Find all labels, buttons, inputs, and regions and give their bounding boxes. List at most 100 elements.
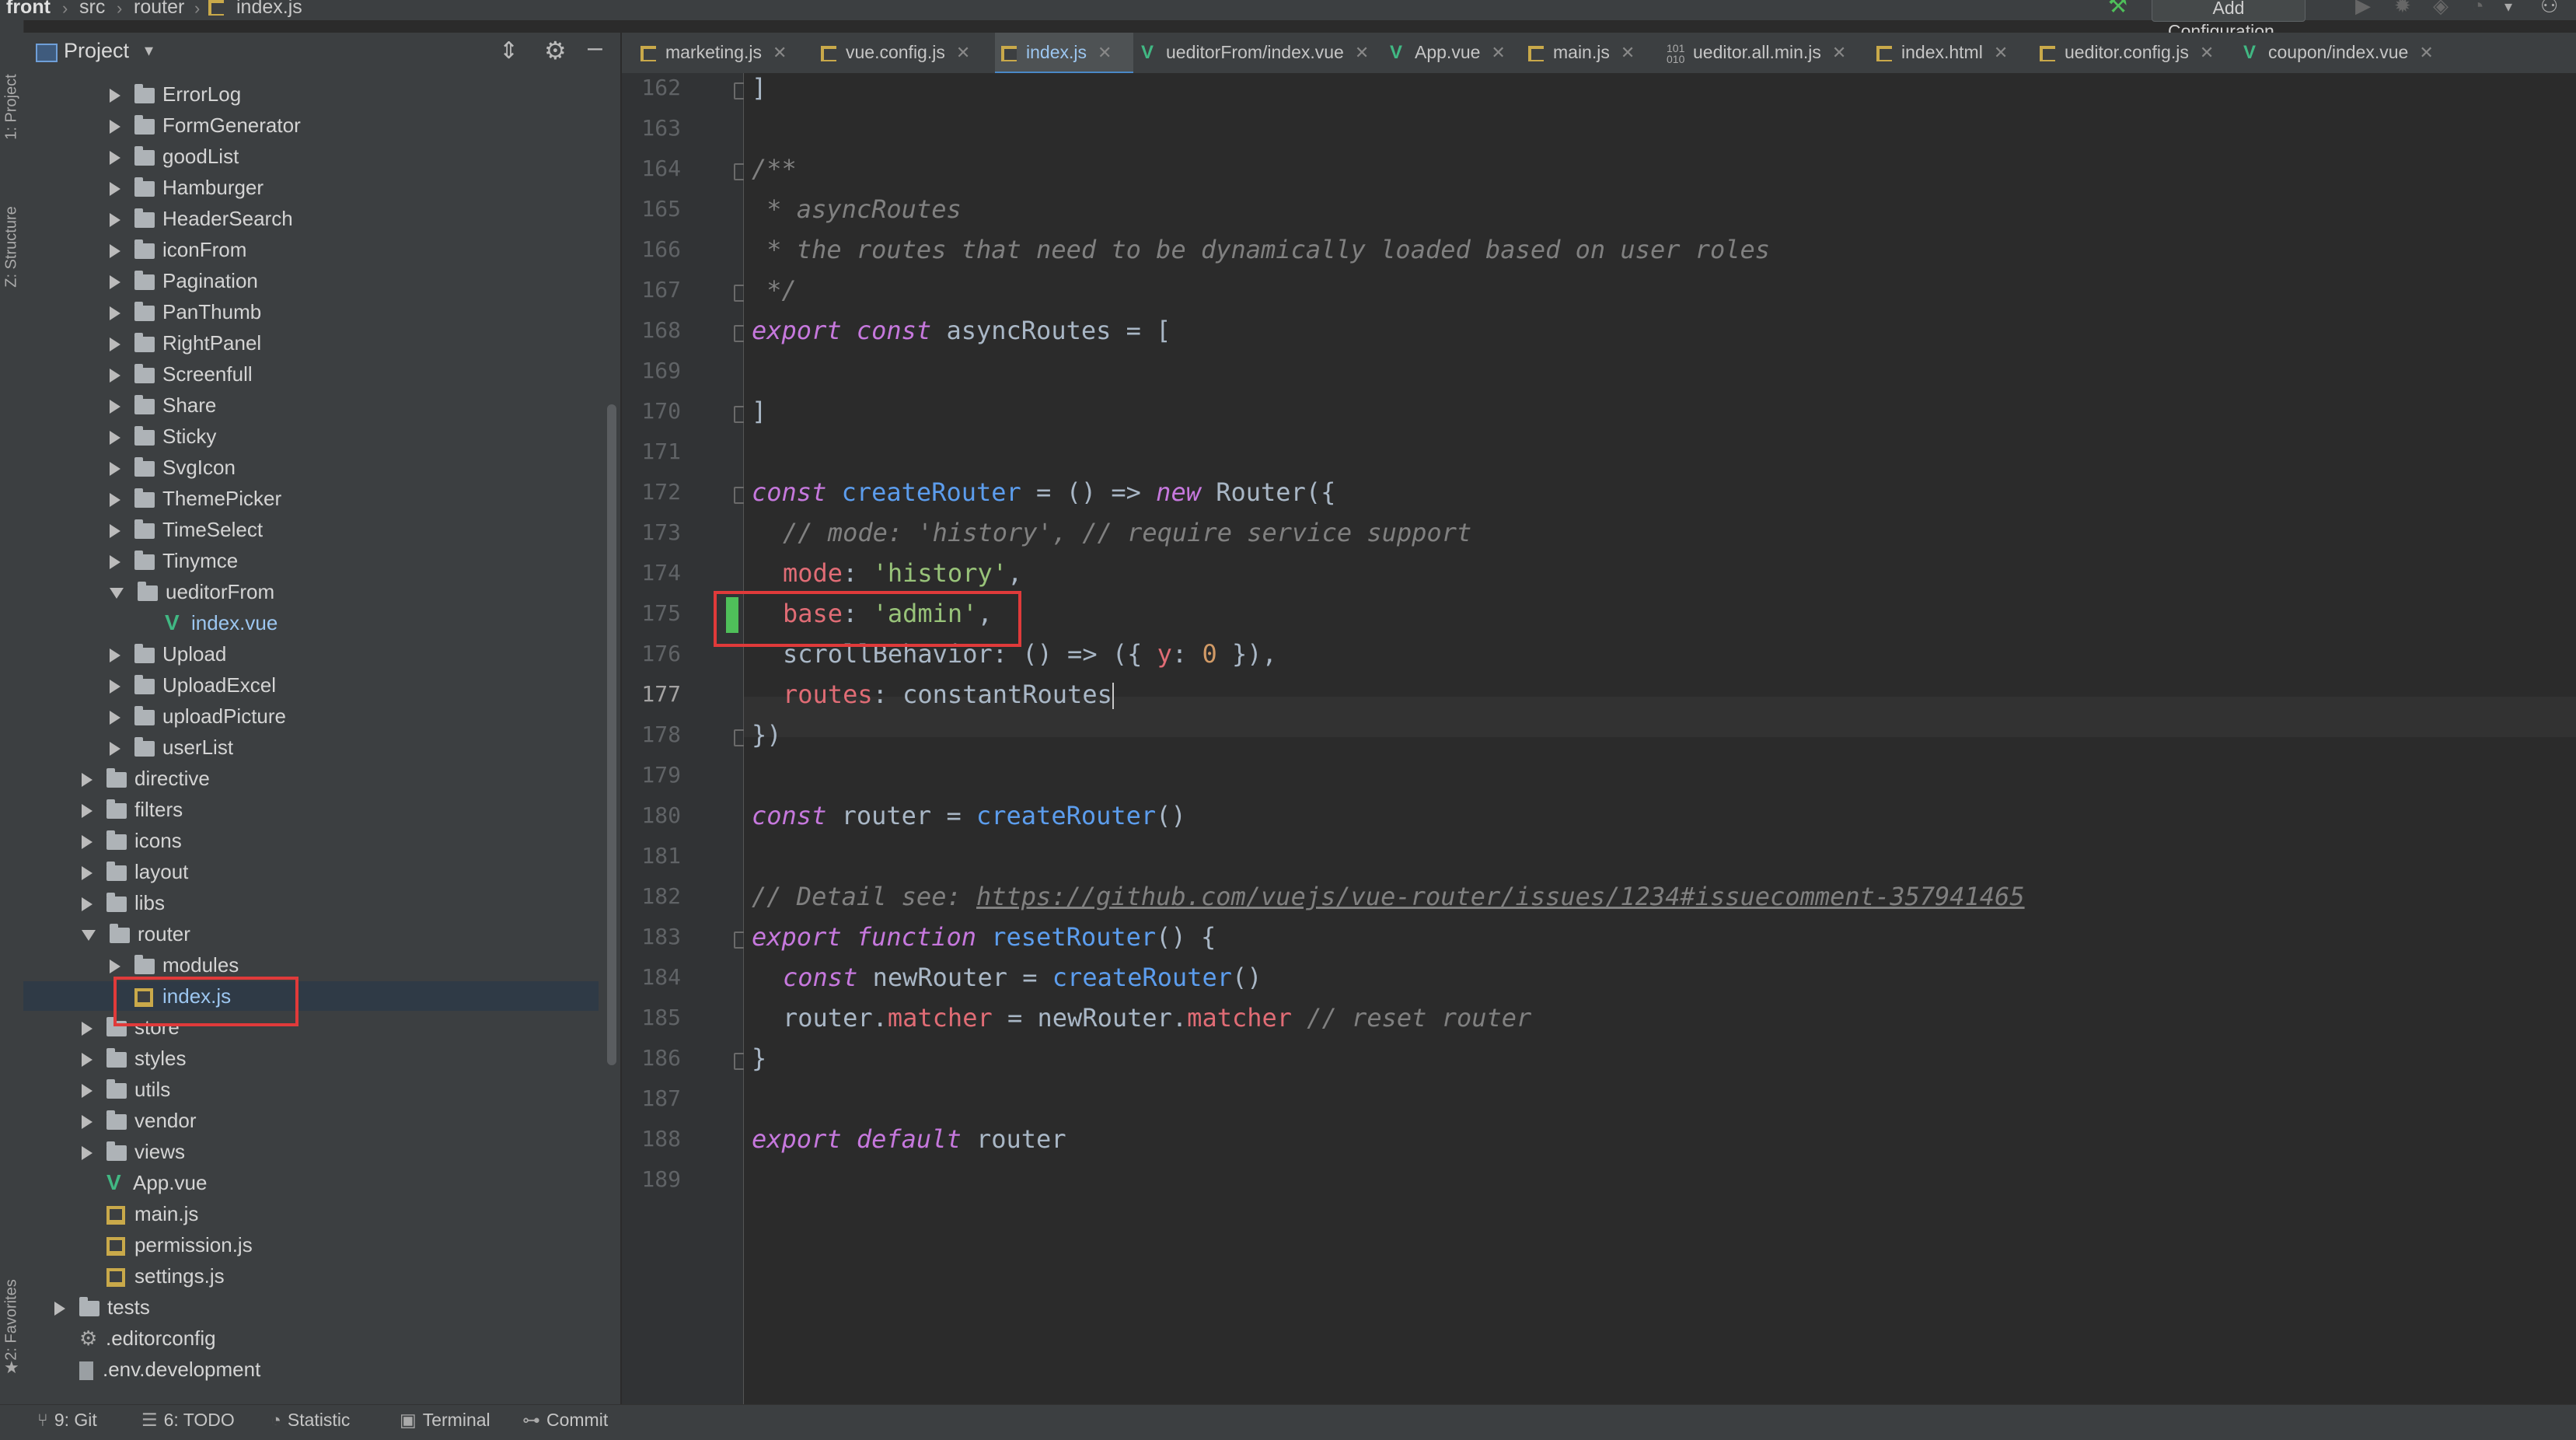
collapsed-arrow-icon[interactable]	[110, 462, 120, 477]
tree-item-hamburger[interactable]: Hamburger	[110, 173, 264, 202]
collapsed-arrow-icon[interactable]	[110, 369, 120, 383]
tree-item-share[interactable]: Share	[110, 390, 216, 420]
tab-vue-config-js[interactable]: vue.config.js ✕	[815, 33, 993, 72]
tree-item-userlist[interactable]: userList	[110, 732, 233, 762]
tree-item-utils[interactable]: utils	[82, 1075, 170, 1104]
collapsed-arrow-icon[interactable]	[82, 1115, 92, 1130]
tree-scrollbar[interactable]	[607, 404, 616, 1065]
tab-ueditor-config-js[interactable]: ueditor.config.js ✕	[2033, 33, 2236, 72]
tree-item-filters[interactable]: filters	[82, 795, 183, 824]
tree-item-rightpanel[interactable]: RightPanel	[110, 328, 261, 358]
close-icon[interactable]: ✕	[2419, 43, 2433, 62]
tree-item-errorlog[interactable]: ErrorLog	[110, 79, 241, 109]
collapsed-arrow-icon[interactable]	[110, 89, 120, 103]
collapsed-arrow-icon[interactable]	[82, 1084, 92, 1099]
tree-item-formgenerator[interactable]: FormGenerator	[110, 110, 301, 140]
collapsed-arrow-icon[interactable]	[82, 1053, 92, 1068]
tab-app-vue[interactable]: V App.vue ✕	[1384, 33, 1520, 72]
close-icon[interactable]: ✕	[773, 43, 787, 62]
tree-item-styles[interactable]: styles	[82, 1043, 186, 1073]
close-icon[interactable]: ✕	[1994, 43, 2008, 62]
tab-marketing-js[interactable]: marketing.js ✕	[634, 33, 813, 72]
tree-item-tests[interactable]: tests	[54, 1292, 150, 1322]
tab-index-html[interactable]: index.html ✕	[1870, 33, 2032, 72]
close-icon[interactable]: ✕	[1098, 43, 1112, 62]
expanded-arrow-icon[interactable]	[82, 930, 96, 942]
collapsed-arrow-icon[interactable]	[82, 835, 92, 850]
tree-item-timeselect[interactable]: TimeSelect	[110, 515, 263, 544]
tab-index-js[interactable]: index.js ✕	[995, 33, 1133, 75]
chevron-down-icon[interactable]: ▾	[2504, 0, 2512, 16]
tree-item-views[interactable]: views	[82, 1137, 185, 1166]
tab-ueditor-all-min-js[interactable]: 101 010 ueditor.all.min.js ✕	[1660, 33, 1869, 72]
favorites-tool-button[interactable]: 2: Favorites	[3, 1277, 21, 1363]
tree-item--env-development[interactable]: .env.development	[54, 1354, 260, 1384]
hammer-icon[interactable]: ⚒	[2108, 0, 2127, 16]
tool-button-terminal[interactable]: ▣ Terminal	[400, 1410, 490, 1431]
collapsed-arrow-icon[interactable]	[110, 493, 120, 508]
collapsed-arrow-icon[interactable]	[110, 742, 120, 757]
expanded-arrow-icon[interactable]	[110, 588, 124, 599]
tool-button-statistic[interactable]: ◔ Statistic	[271, 1410, 350, 1431]
tree-item-icons[interactable]: icons	[82, 826, 182, 855]
collapsed-arrow-icon[interactable]	[110, 524, 120, 539]
collapsed-arrow-icon[interactable]	[110, 182, 120, 197]
collapsed-arrow-icon[interactable]	[110, 959, 120, 974]
run-icon[interactable]: ▶	[2355, 0, 2371, 16]
breadcrumb-src[interactable]: src	[79, 0, 105, 17]
tree-item-headersearch[interactable]: HeaderSearch	[110, 204, 293, 233]
structure-tool-button[interactable]: Z: Structure	[3, 204, 21, 290]
project-view-selector[interactable]: Project	[64, 39, 129, 63]
collapsed-arrow-icon[interactable]	[82, 804, 92, 819]
tree-item-upload[interactable]: Upload	[110, 639, 226, 669]
tree-item--editorconfig[interactable]: ⚙ .editorconfig	[54, 1323, 216, 1353]
tree-item-panthumb[interactable]: PanThumb	[110, 297, 261, 327]
close-icon[interactable]: ✕	[2200, 43, 2214, 62]
tab-ueditorfrom-index-vue[interactable]: VueditorFrom/index.vue ✕	[1135, 33, 1382, 72]
tree-item-uploadexcel[interactable]: UploadExcel	[110, 670, 276, 700]
tree-item-themepicker[interactable]: ThemePicker	[110, 484, 281, 513]
tab-coupon-index-vue[interactable]: Vcoupon/index.vue ✕	[2237, 33, 2438, 72]
project-tool-button[interactable]: 1: Project	[3, 65, 21, 150]
collapsed-arrow-icon[interactable]	[82, 1146, 92, 1161]
tree-item-ueditorfrom[interactable]: ueditorFrom	[110, 577, 274, 606]
collapsed-arrow-icon[interactable]	[82, 1022, 92, 1036]
collapsed-arrow-icon[interactable]	[110, 555, 120, 570]
tree-item-vendor[interactable]: vendor	[82, 1106, 197, 1135]
collapsed-arrow-icon[interactable]	[110, 680, 120, 694]
tree-item-pagination[interactable]: Pagination	[110, 266, 258, 295]
collapsed-arrow-icon[interactable]	[110, 337, 120, 352]
collapsed-arrow-icon[interactable]	[82, 866, 92, 881]
collapsed-arrow-icon[interactable]	[110, 213, 120, 228]
collapsed-arrow-icon[interactable]	[110, 151, 120, 166]
close-icon[interactable]: ✕	[1832, 43, 1846, 62]
star-icon[interactable]: ★	[4, 1358, 19, 1378]
collapsed-arrow-icon[interactable]	[110, 275, 120, 290]
coverage-icon[interactable]: ◈	[2433, 0, 2449, 16]
tree-item-settings-js[interactable]: settings.js	[82, 1261, 225, 1291]
tree-item-screenfull[interactable]: Screenfull	[110, 359, 253, 389]
tool-button-6-todo[interactable]: ☰ 6: TODO	[141, 1410, 235, 1431]
tree-item-svgicon[interactable]: SvgIcon	[110, 453, 236, 482]
gear-icon[interactable]: ⚙	[544, 36, 567, 65]
collapsed-arrow-icon[interactable]	[110, 306, 120, 321]
close-icon[interactable]: ✕	[956, 43, 970, 62]
tool-button-commit[interactable]: ⊶ Commit	[522, 1410, 608, 1431]
collapsed-arrow-icon[interactable]	[54, 1302, 65, 1316]
profile-icon[interactable]: ◔	[2472, 0, 2484, 16]
user-icon[interactable]: ⚇	[2540, 0, 2558, 16]
tree-item-goodlist[interactable]: goodList	[110, 142, 239, 171]
breadcrumb-front[interactable]: front	[6, 0, 51, 17]
tree-item-iconfrom[interactable]: iconFrom	[110, 235, 246, 264]
tree-item-router[interactable]: router	[82, 919, 190, 949]
collapsed-arrow-icon[interactable]	[110, 244, 120, 259]
close-icon[interactable]: ✕	[1621, 43, 1635, 62]
debug-icon[interactable]: ✹	[2394, 0, 2411, 16]
tree-item-permission-js[interactable]: permission.js	[82, 1230, 253, 1260]
collapsed-arrow-icon[interactable]	[110, 400, 120, 414]
collapse-all-icon[interactable]: ⇕	[499, 37, 518, 65]
tree-item-libs[interactable]: libs	[82, 888, 165, 917]
tree-item-layout[interactable]: layout	[82, 857, 188, 886]
breadcrumb-index-js[interactable]: index.js	[236, 0, 302, 17]
chevron-down-icon[interactable]: ▾	[145, 40, 153, 61]
